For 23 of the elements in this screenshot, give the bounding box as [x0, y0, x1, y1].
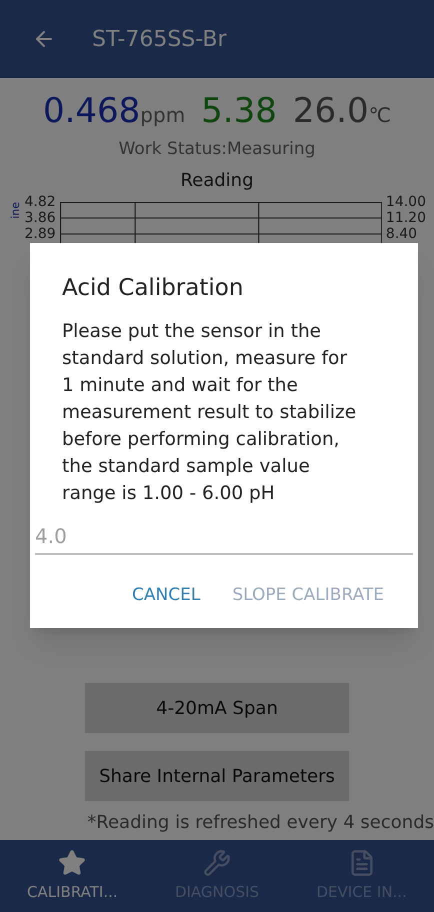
- action-button[interactable]: Share Internal Parameters: [85, 751, 349, 801]
- dialog-title: Acid Calibration: [61, 274, 244, 303]
- reading-value: 0.468ppm: [42, 90, 186, 133]
- reading-value: 26.0℃: [292, 90, 392, 133]
- value-input[interactable]: 4.0: [35, 518, 413, 554]
- nav-tab[interactable]: CALIBRATI...: [0, 840, 145, 912]
- axis-label: ine: [8, 202, 23, 218]
- chart-title: Reading: [179, 168, 255, 192]
- app-title: ST-765SS-Br: [92, 26, 227, 54]
- axis-tick: 8.40: [386, 226, 418, 242]
- work-status: Work Status:Measuring: [118, 138, 316, 161]
- refresh-note: *Reading is refreshed every 4 seconds: [86, 811, 434, 835]
- dialog-button[interactable]: CANCEL: [132, 582, 200, 608]
- star-icon: [58, 848, 86, 877]
- dialog-message: Please put the sensor in the standard solution, measure for 1 minute and wait for the measurement result to stabilize before performing calibration, the standard sample value range is 1.00 - 6.00 pH: [61, 320, 358, 506]
- wrench-icon: [203, 848, 231, 877]
- axis-tick: 4.82: [24, 194, 56, 210]
- reading-value: 5.38: [201, 90, 277, 133]
- axis-tick: 11.20: [386, 210, 426, 226]
- axis-tick: 14.00: [386, 194, 426, 210]
- axis-tick: 3.86: [24, 210, 56, 226]
- axis-tick: 2.89: [24, 226, 56, 242]
- action-button[interactable]: 4-20mA Span: [85, 683, 349, 733]
